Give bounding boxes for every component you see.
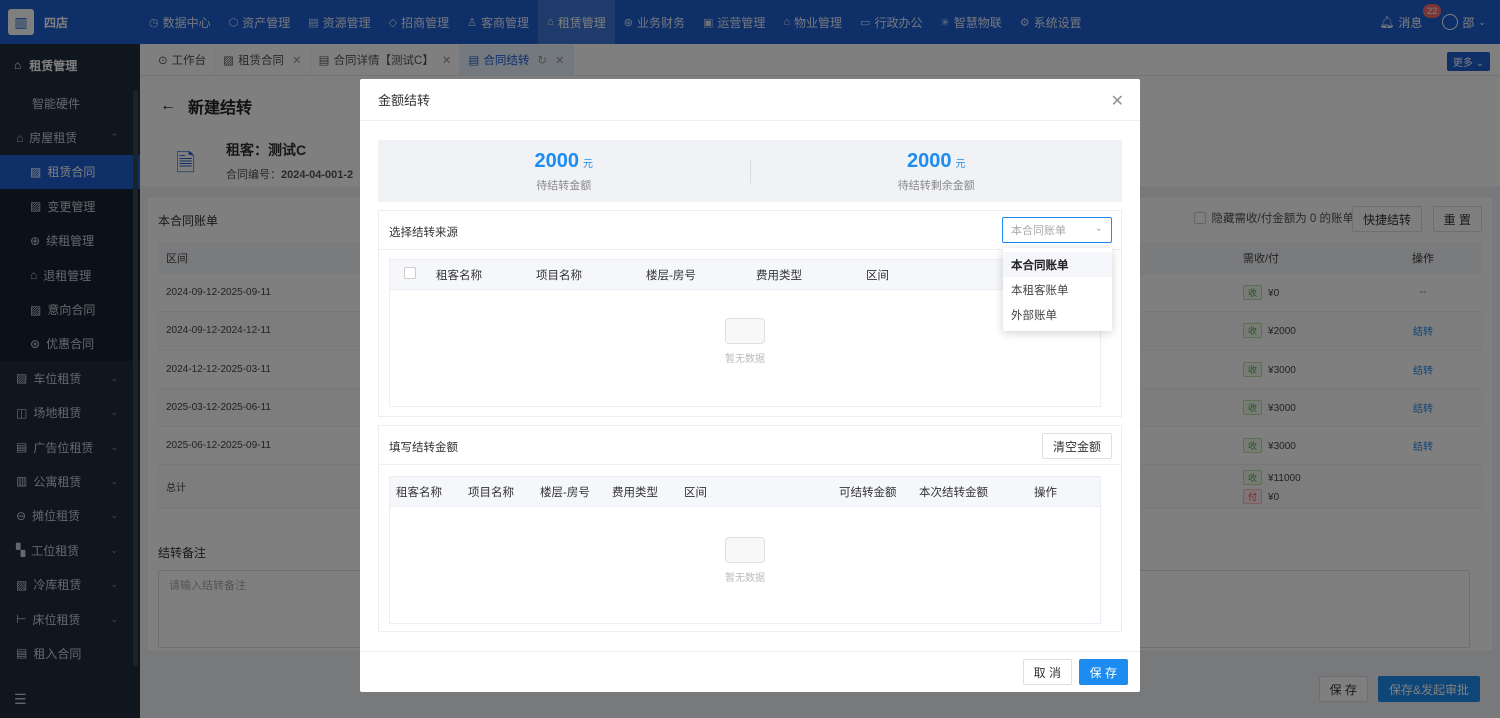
empty-box-icon xyxy=(725,318,765,344)
source-col-header: 区间 xyxy=(866,269,889,282)
empty-text: 暂无数据 xyxy=(725,354,765,365)
select-all-checkbox[interactable] xyxy=(390,267,430,282)
fill-box: 填写结转金额 清空金额 租客名称 项目名称 楼层-房号 费用类型 区间 可结转金额 本次结转… xyxy=(378,425,1122,632)
source-col-header: 项目名称 xyxy=(536,269,582,282)
fill-table: 租客名称 项目名称 楼层-房号 费用类型 区间 可结转金额 本次结转金额 操作 暂无数据 xyxy=(389,476,1101,624)
divider xyxy=(379,464,1121,465)
fill-col-header: 可结转金额 xyxy=(839,486,897,499)
modal-title: 金额结转 xyxy=(378,93,431,108)
source-select[interactable]: 本合同账单 ⌄ xyxy=(1002,217,1112,243)
empty-box-icon xyxy=(725,537,765,563)
source-option-1[interactable]: 本租客账单 xyxy=(1003,277,1112,302)
fill-col-header: 租客名称 xyxy=(396,486,442,499)
modal-footer: 取 消 保 存 xyxy=(360,651,1140,692)
source-col-header: 楼层-房号 xyxy=(646,269,696,282)
source-title: 选择结转来源 xyxy=(389,227,458,239)
empty-state: 暂无数据 xyxy=(390,537,1100,584)
fill-col-header: 区间 xyxy=(684,486,707,499)
transfer-modal: 金额结转 ✕ 2000 元 待结转金额 2000 元 待结转剩余金额 选择结转来源 … xyxy=(360,79,1140,692)
source-option-2[interactable]: 外部账单 xyxy=(1003,302,1112,327)
table-header: 租客名称 项目名称 楼层-房号 费用类型 区间 可结转金额 本次结转金额 操作 xyxy=(390,477,1100,507)
amount-summary: 2000 元 待结转金额 2000 元 待结转剩余金额 xyxy=(378,140,1122,202)
pending-label: 待结转金额 xyxy=(536,179,592,192)
remain-label: 待结转剩余金额 xyxy=(897,179,975,192)
fill-col-header: 操作 xyxy=(1034,486,1057,499)
empty-text: 暂无数据 xyxy=(725,573,765,584)
modal-save-button[interactable]: 保 存 xyxy=(1078,659,1128,685)
cancel-button[interactable]: 取 消 xyxy=(1022,659,1072,685)
source-col-header: 费用类型 xyxy=(756,269,802,282)
source-select-value: 本合同账单 xyxy=(1011,225,1066,237)
fill-col-header: 楼层-房号 xyxy=(540,486,590,499)
empty-state: 暂无数据 xyxy=(390,318,1100,365)
close-icon[interactable]: ✕ xyxy=(1111,91,1124,111)
source-dropdown: 本合同账单 本租客账单 外部账单 xyxy=(1003,248,1112,331)
fill-col-header: 费用类型 xyxy=(612,486,658,499)
fill-title: 填写结转金额 xyxy=(389,442,458,454)
source-option-0[interactable]: 本合同账单 xyxy=(1003,252,1112,277)
fill-col-header: 项目名称 xyxy=(468,486,514,499)
remain-amount: 2000 xyxy=(907,149,952,172)
pending-unit: 元 xyxy=(583,158,593,170)
clear-amount-button[interactable]: 清空金额 xyxy=(1041,433,1112,459)
pending-amount: 2000 xyxy=(534,149,580,172)
table-header: 租客名称 项目名称 楼层-房号 费用类型 区间 xyxy=(390,260,1100,290)
fill-col-header: 本次结转金额 xyxy=(919,486,988,499)
chevron-down-icon: ⌄ xyxy=(1094,223,1103,234)
source-table: 租客名称 项目名称 楼层-房号 费用类型 区间 暂无数据 xyxy=(389,259,1101,407)
remain-unit: 元 xyxy=(955,158,966,170)
source-col-header: 租客名称 xyxy=(436,269,482,282)
